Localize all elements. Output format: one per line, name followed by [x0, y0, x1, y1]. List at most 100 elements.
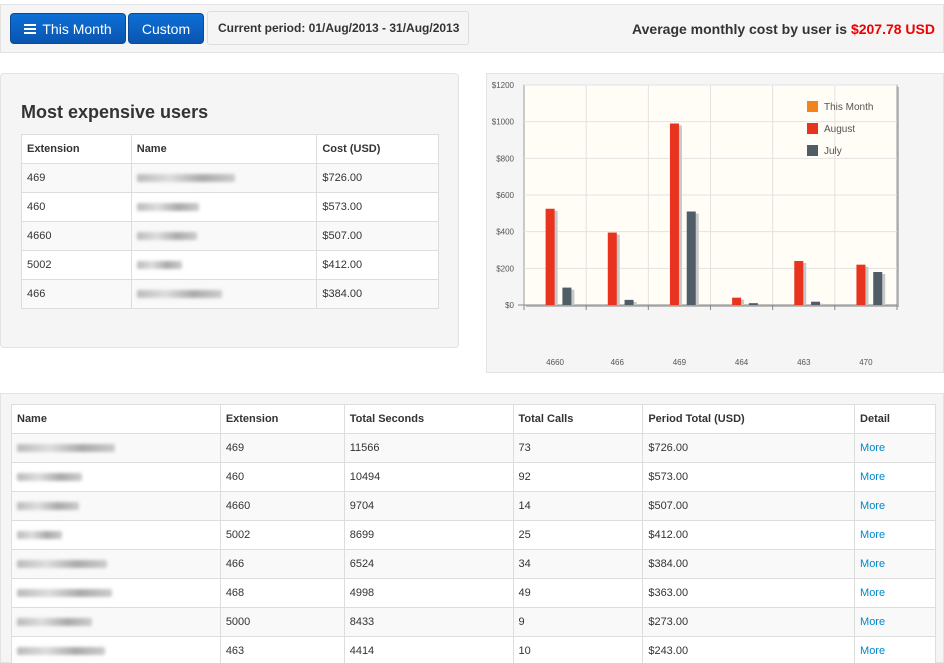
- cell-total-seconds: 8433: [343, 607, 514, 637]
- legend-swatch: [807, 101, 818, 112]
- col-cost: Cost (USD): [316, 134, 439, 164]
- col-total-calls: Total Calls: [512, 404, 644, 434]
- col-detail: Detail: [854, 404, 936, 434]
- list-icon: [24, 23, 37, 34]
- average-cost-label: Average monthly cost by user is: [632, 21, 848, 37]
- cell-detail: More: [854, 607, 936, 637]
- cell-detail: More: [854, 549, 936, 579]
- table-row: 460 10494 92 $573.00 More: [11, 462, 936, 492]
- bar-august: [794, 261, 804, 305]
- cell-period-total: $363.00: [642, 578, 856, 608]
- more-link[interactable]: More: [860, 529, 885, 541]
- col-extension: Extension: [21, 134, 132, 164]
- cell-extension: 469: [21, 163, 132, 193]
- cell-detail: More: [854, 578, 936, 608]
- cell-total-seconds: 8699: [343, 520, 514, 550]
- cell-extension: 460: [21, 192, 132, 222]
- cell-extension: 5000: [219, 607, 345, 637]
- users-panel: Name Extension Total Seconds Total Calls…: [0, 393, 944, 663]
- legend-swatch: [807, 123, 818, 134]
- cell-name-redacted: [11, 520, 221, 550]
- legend-swatch: [807, 145, 818, 156]
- cell-total-seconds: 11566: [343, 433, 514, 463]
- most-expensive-panel: Most expensive users Extension Name Cost…: [0, 73, 459, 348]
- bar-august: [669, 123, 679, 305]
- this-month-button[interactable]: This Month: [10, 13, 126, 44]
- cell-extension: 466: [219, 549, 345, 579]
- y-tick-label: $200: [496, 264, 514, 273]
- table-row: 468 4998 49 $363.00 More: [11, 578, 936, 608]
- cell-detail: More: [854, 433, 936, 463]
- table-row: 5000 8433 9 $273.00 More: [11, 607, 936, 637]
- cost-chart-panel: $0 $200 $400 $600 $800 $1000 $1200 4660 466 469 46…: [486, 73, 944, 373]
- x-tick-label: 470: [859, 358, 873, 367]
- table-row: 469 11566 73 $726.00 More: [11, 433, 936, 463]
- cell-cost: $412.00: [316, 250, 439, 280]
- custom-button[interactable]: Custom: [128, 13, 204, 44]
- col-name: Name: [130, 134, 318, 164]
- x-tick-label: 463: [797, 358, 811, 367]
- more-link[interactable]: More: [860, 558, 885, 570]
- cell-extension: 4660: [21, 221, 132, 251]
- more-link[interactable]: More: [860, 442, 885, 454]
- cell-name-redacted: [11, 578, 221, 608]
- bar-july: [624, 299, 634, 305]
- cell-extension: 460: [219, 462, 345, 492]
- cell-total-seconds: 9704: [343, 491, 514, 521]
- more-link[interactable]: More: [860, 500, 885, 512]
- cell-total-seconds: 6524: [343, 549, 514, 579]
- cell-cost: $507.00: [316, 221, 439, 251]
- y-tick-label: $800: [496, 154, 514, 163]
- cell-period-total: $273.00: [642, 607, 856, 637]
- cell-total-seconds: 4998: [343, 578, 514, 608]
- col-total-seconds: Total Seconds: [343, 404, 514, 434]
- cell-extension: 463: [219, 636, 345, 663]
- x-tick-label: 469: [673, 358, 687, 367]
- cell-period-total: $412.00: [642, 520, 856, 550]
- cell-period-total: $243.00: [642, 636, 856, 663]
- custom-label: Custom: [141, 20, 191, 37]
- cell-period-total: $573.00: [642, 462, 856, 492]
- cell-name-redacted: [130, 163, 318, 193]
- cell-name-redacted: [130, 279, 318, 309]
- cell-cost: $384.00: [316, 279, 439, 309]
- bar-august: [545, 208, 555, 305]
- bar-july: [748, 303, 758, 305]
- more-link[interactable]: More: [860, 471, 885, 483]
- legend-label: This Month: [824, 102, 873, 113]
- cell-total-calls: 10: [512, 636, 644, 663]
- table-row: 5002 8699 25 $412.00 More: [11, 520, 936, 550]
- most-expensive-title: Most expensive users: [21, 102, 209, 122]
- y-tick-label: $1200: [492, 81, 515, 90]
- cell-detail: More: [854, 491, 936, 521]
- most-expensive-table: Extension Name Cost (USD) 469 $726.00 460 $…: [21, 134, 439, 309]
- bar-july: [811, 301, 821, 305]
- cell-total-calls: 49: [512, 578, 644, 608]
- table-row: 4660 $507.00: [21, 221, 439, 251]
- cell-total-calls: 14: [512, 491, 644, 521]
- average-cost-value: $207.78 USD: [850, 21, 935, 37]
- cell-extension: 468: [219, 578, 345, 608]
- cell-cost: $573.00: [316, 192, 439, 222]
- bar-july: [686, 211, 696, 305]
- cell-extension: 466: [21, 279, 132, 309]
- bar-july: [873, 272, 883, 305]
- users-table: Name Extension Total Seconds Total Calls…: [11, 404, 936, 663]
- table-row: 466 6524 34 $384.00 More: [11, 549, 936, 579]
- col-extension: Extension: [219, 404, 345, 434]
- cost-bar-chart: $0 $200 $400 $600 $800 $1000 $1200 4660 466 469 46…: [492, 81, 899, 367]
- col-name: Name: [11, 404, 221, 434]
- more-link[interactable]: More: [860, 645, 885, 657]
- current-period: Current period: 01/Aug/2013 - 31/Aug/201…: [207, 11, 469, 45]
- cell-name-redacted: [130, 192, 318, 222]
- more-link[interactable]: More: [860, 616, 885, 628]
- more-link[interactable]: More: [860, 587, 885, 599]
- cell-name-redacted: [11, 636, 221, 663]
- col-period-total: Period Total (USD): [642, 404, 856, 434]
- table-row: 466 $384.00: [21, 279, 439, 309]
- y-tick-label: $600: [496, 191, 514, 200]
- table-row: 5002 $412.00: [21, 250, 439, 280]
- cell-extension: 5002: [21, 250, 132, 280]
- cell-detail: More: [854, 520, 936, 550]
- bar-august: [732, 297, 742, 305]
